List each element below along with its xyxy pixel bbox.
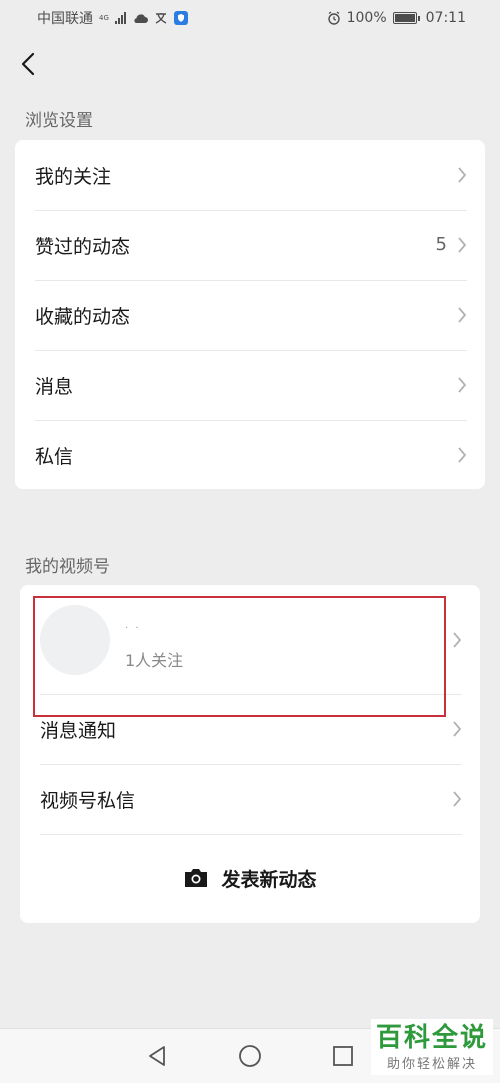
clock-time: 07:11 xyxy=(425,10,466,26)
my-channel-title: 我的视频号 xyxy=(25,557,110,577)
post-new-label: 发表新动态 xyxy=(221,868,317,891)
chevron-right-icon xyxy=(453,791,462,807)
post-new-button[interactable]: 发表新动态 xyxy=(20,834,480,922)
browse-settings-card: 我的关注 赞过的动态 5 收藏的动态 消息 私信 xyxy=(15,140,485,489)
chevron-right-icon xyxy=(458,307,467,323)
menu-item-messages[interactable]: 消息 xyxy=(15,350,485,420)
nav-back-icon[interactable] xyxy=(146,1045,168,1067)
menu-item-label: 消息 xyxy=(35,375,74,398)
status-bar: 中国联通 4G 100% 07:11 xyxy=(0,0,500,36)
menu-item-liked-posts[interactable]: 赞过的动态 5 xyxy=(15,210,485,280)
menu-item-label: 赞过的动态 xyxy=(35,235,131,258)
menu-item-channel-messages[interactable]: 视频号私信 xyxy=(20,764,480,834)
back-arrow-icon xyxy=(21,52,35,76)
camera-icon xyxy=(185,869,208,887)
security-app-icon xyxy=(173,11,188,25)
watermark-title: 百科全说 xyxy=(375,1022,488,1053)
liked-count-badge: 5 xyxy=(435,234,447,255)
chevron-right-icon xyxy=(458,167,467,183)
channel-profile-row[interactable]: · · 1人关注 xyxy=(20,585,480,694)
cloud-icon xyxy=(132,12,148,24)
watermark-subtitle: 助你轻松解决 xyxy=(386,1056,477,1072)
menu-item-label: 收藏的动态 xyxy=(35,305,131,328)
alarm-icon xyxy=(327,11,341,25)
translate-icon xyxy=(154,12,168,24)
avatar xyxy=(40,605,110,675)
menu-item-label: 私信 xyxy=(35,445,74,468)
menu-item-my-follows[interactable]: 我的关注 xyxy=(15,140,485,210)
my-channel-card: · · 1人关注 消息通知 视频号私信 发表新动态 xyxy=(20,585,480,923)
menu-item-private-messages[interactable]: 私信 xyxy=(15,420,485,490)
chevron-right-icon xyxy=(458,377,467,393)
menu-item-notifications[interactable]: 消息通知 xyxy=(20,694,480,764)
channel-followers: 1人关注 xyxy=(125,651,184,670)
menu-item-saved-posts[interactable]: 收藏的动态 xyxy=(15,280,485,350)
carrier-label: 中国联通 xyxy=(37,11,93,27)
chevron-right-icon xyxy=(458,237,467,253)
channel-name: · · xyxy=(125,623,141,634)
signal-icon xyxy=(114,12,126,24)
menu-item-label: 消息通知 xyxy=(40,719,117,742)
back-button[interactable] xyxy=(10,46,46,82)
menu-item-label: 我的关注 xyxy=(35,165,112,188)
battery-icon xyxy=(392,12,420,24)
menu-item-label: 视频号私信 xyxy=(40,789,136,812)
battery-percent: 100% xyxy=(346,10,387,26)
nav-recents-icon[interactable] xyxy=(332,1045,354,1067)
chevron-right-icon xyxy=(453,632,462,648)
watermark-logo: 百科全说 助你轻松解决 xyxy=(371,1019,493,1075)
network-type-label: 4G xyxy=(99,13,109,22)
browse-settings-title: 浏览设置 xyxy=(25,111,93,131)
nav-bar xyxy=(0,36,500,92)
chevron-right-icon xyxy=(458,447,467,463)
nav-home-icon[interactable] xyxy=(238,1044,262,1068)
chevron-right-icon xyxy=(453,721,462,737)
